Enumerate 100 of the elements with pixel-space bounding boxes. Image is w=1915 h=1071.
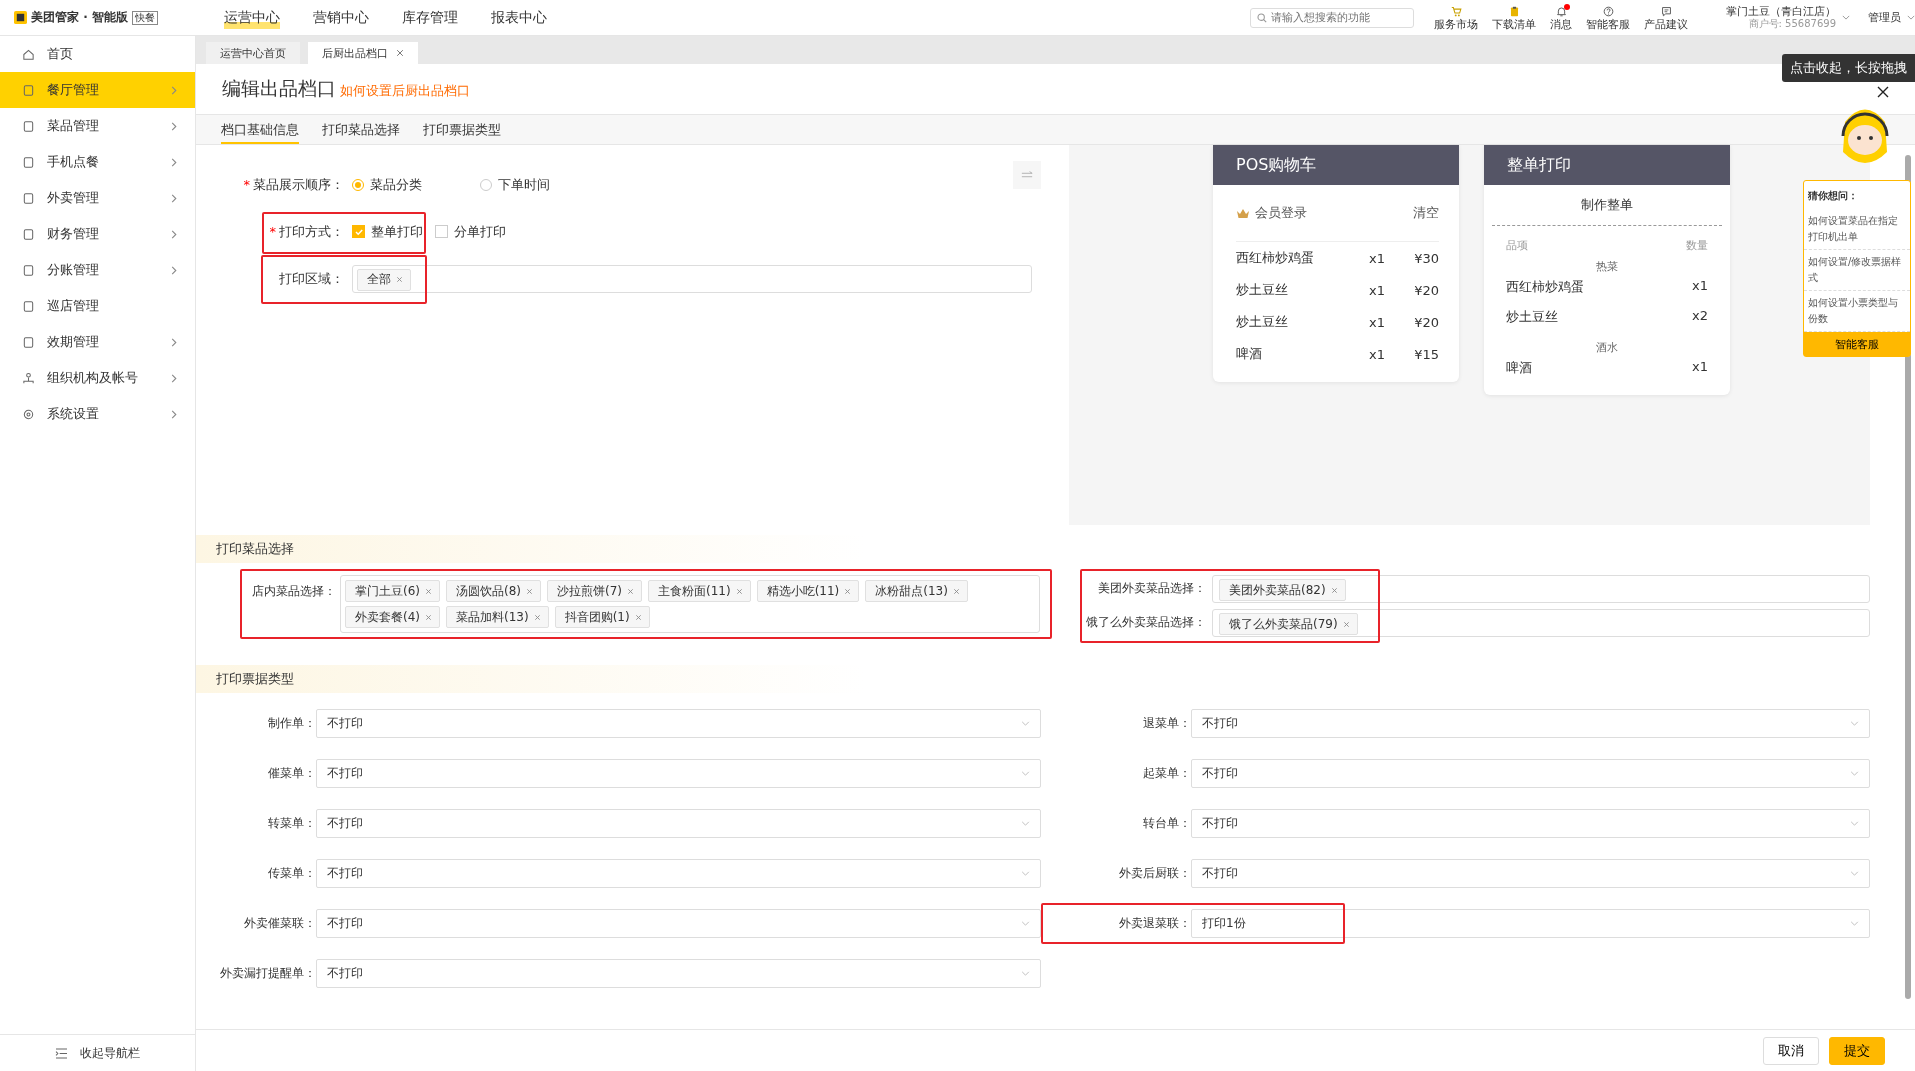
remove-icon[interactable]	[533, 613, 541, 621]
dropdown-select[interactable]: 不打印	[316, 709, 1041, 738]
dropdown-select[interactable]: 不打印	[316, 759, 1041, 788]
item-quantity: x1	[1369, 346, 1386, 362]
column-header: 品项	[1506, 238, 1528, 253]
dropdown-select[interactable]: 不打印	[316, 809, 1041, 838]
section-tab[interactable]: 打印菜品选择	[322, 115, 400, 144]
page-tab[interactable]: 运营中心首页	[206, 42, 300, 64]
menu-item-icon	[22, 263, 35, 277]
category-label: 酒水	[1596, 341, 1618, 354]
collapse-nav-button[interactable]: 收起导航栏	[0, 1034, 195, 1071]
category-label: 热菜	[1596, 260, 1618, 273]
remove-icon[interactable]	[1342, 620, 1350, 628]
section-tab[interactable]: 档口基础信息	[221, 115, 299, 144]
submit-button[interactable]: 提交	[1829, 1036, 1885, 1065]
card-header: POS购物车	[1213, 145, 1459, 185]
section-title: 打印菜品选择	[216, 540, 294, 558]
menu-item-icon	[22, 407, 35, 421]
tag-select-field[interactable]: 饿了么外卖菜品(79)	[1212, 609, 1870, 637]
toolbar-button[interactable]: 消息	[1550, 3, 1572, 32]
required-mark: *	[269, 224, 276, 239]
nav-tab[interactable]: 报表中心	[491, 6, 547, 29]
section-tab[interactable]: 打印票据类型	[423, 115, 501, 144]
sidebar-item[interactable]: 效期管理	[0, 324, 195, 360]
field-label: 饿了么外卖菜品选择：	[1086, 615, 1207, 631]
question-link[interactable]: 如何设置/修改票据样式	[1804, 250, 1910, 291]
remove-icon[interactable]	[627, 587, 634, 595]
remove-icon[interactable]	[396, 276, 403, 283]
remove-icon[interactable]	[526, 587, 533, 595]
member-login-link[interactable]: 会员登录	[1255, 204, 1408, 222]
user-menu[interactable]: 管理员	[1868, 10, 1901, 25]
checkbox[interactable]	[435, 225, 448, 238]
item-price: ¥20	[1413, 282, 1439, 298]
assistant-button[interactable]: 智能客服	[1804, 332, 1910, 356]
close-icon[interactable]	[1876, 85, 1890, 99]
checkbox-option[interactable]: 整单打印	[352, 222, 423, 241]
checkbox[interactable]	[352, 225, 365, 238]
sidebar-item[interactable]: 组织机构及帐号	[0, 360, 195, 396]
nav-tab[interactable]: 库存管理	[402, 6, 458, 29]
tag-select-field[interactable]: 美团外卖菜品(82)	[1212, 575, 1870, 603]
toolbar-button[interactable]: 下载清单	[1492, 3, 1536, 32]
selected-tag: 掌门土豆(6)	[345, 580, 440, 602]
menu-item-icon	[22, 299, 35, 313]
remove-icon[interactable]	[425, 613, 432, 621]
tag-select-field[interactable]: 全部	[352, 264, 1032, 293]
field-label: 转台单：	[1142, 815, 1191, 832]
item-name: 炒土豆丝	[1236, 313, 1289, 331]
cancel-button[interactable]: 取消	[1763, 1036, 1819, 1065]
chevron-down-icon[interactable]	[1842, 15, 1850, 20]
dropdown-select[interactable]: 不打印	[1191, 859, 1870, 888]
remove-icon[interactable]	[1330, 586, 1338, 594]
chevron-down-icon	[1021, 771, 1030, 776]
sidebar-item[interactable]: 财务管理	[0, 216, 195, 252]
sidebar-item[interactable]: 分账管理	[0, 252, 195, 288]
chevron-down-icon	[1850, 721, 1859, 726]
checkbox-option[interactable]: 分单打印	[435, 222, 506, 241]
menu-item-icon	[22, 119, 35, 133]
sidebar-item[interactable]: 手机点餐	[0, 144, 195, 180]
question-link[interactable]: 如何设置菜品在指定打印机出单	[1804, 209, 1910, 250]
item-price: ¥15	[1413, 346, 1439, 362]
tag-select-field[interactable]: 掌门土豆(6) 汤圆饮品(8) 沙拉煎饼(7) 主食粉面(11) 精选小吃(11) 冰粉甜点(13) 外卖套餐(4) 菜品加料(13) 抖音团购(1)	[340, 575, 1040, 633]
sidebar-item[interactable]: 巡店管理	[0, 288, 195, 324]
chevron-down-icon	[1850, 821, 1859, 826]
dropdown-select[interactable]: 不打印	[1191, 759, 1870, 788]
logo-icon	[14, 11, 27, 24]
radio-option[interactable]: 菜品分类	[352, 175, 422, 194]
menu-item-icon	[22, 155, 35, 169]
sidebar-item[interactable]: 系统设置	[0, 396, 195, 432]
clear-link[interactable]: 清空	[1413, 204, 1439, 222]
menu-item-icon	[22, 47, 35, 61]
sidebar-item[interactable]: 菜品管理	[0, 108, 195, 144]
dropdown-select[interactable]: 不打印	[1191, 809, 1870, 838]
remove-icon[interactable]	[634, 613, 642, 621]
sidebar-item[interactable]: 餐厅管理	[0, 72, 195, 108]
remove-icon[interactable]	[735, 587, 743, 595]
toolbar-button[interactable]: 产品建议	[1644, 3, 1688, 32]
remove-icon[interactable]	[844, 587, 852, 595]
selected-tag: 抖音团购(1)	[554, 606, 650, 628]
page-tab[interactable]: 后厨出品档口	[308, 42, 418, 64]
selected-tag: 美团外卖菜品(82)	[1219, 579, 1346, 601]
toolbar-button[interactable]: 服务市场	[1434, 3, 1478, 32]
search-field[interactable]: 请输入想搜索的功能	[1250, 7, 1414, 28]
dropdown-select[interactable]: 不打印	[316, 859, 1041, 888]
sidebar-item[interactable]: 首页	[0, 36, 195, 72]
chevron-down-icon	[1907, 15, 1915, 20]
preview-toggle-button[interactable]	[1013, 161, 1041, 189]
remove-icon[interactable]	[952, 587, 960, 595]
crown-icon	[1236, 207, 1250, 219]
dropdown-select[interactable]: 不打印	[316, 909, 1041, 938]
dropdown-select[interactable]: 不打印	[1191, 709, 1870, 738]
nav-tab[interactable]: 营销中心	[313, 6, 369, 29]
sidebar-item[interactable]: 外卖管理	[0, 180, 195, 216]
item-quantity: x1	[1692, 278, 1708, 295]
remove-icon[interactable]	[425, 587, 432, 595]
selected-tag: 沙拉煎饼(7)	[547, 580, 642, 602]
item-name: 啤酒	[1236, 345, 1263, 363]
dropdown-select[interactable]: 打印1份	[1191, 909, 1870, 938]
toolbar-button[interactable]: 智能客服	[1586, 3, 1630, 32]
radio-option[interactable]: 下单时间	[480, 175, 550, 194]
dropdown-select[interactable]: 不打印	[316, 959, 1041, 988]
